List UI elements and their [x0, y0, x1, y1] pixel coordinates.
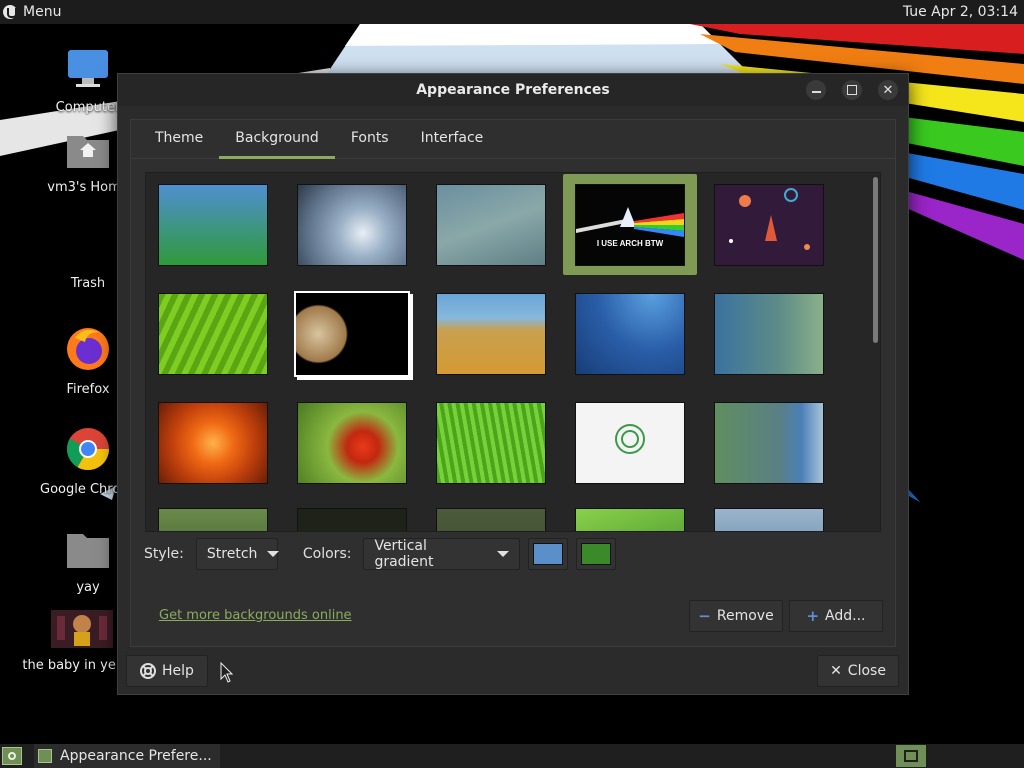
colors-label: Colors: [302, 546, 352, 562]
wallpaper-thumbnail[interactable] [297, 402, 407, 484]
wallpaper-thumbnail[interactable] [575, 293, 685, 375]
wallpaper-thumbnail[interactable] [714, 293, 824, 375]
minimize-button[interactable] [806, 80, 826, 100]
home-folder-icon [67, 136, 109, 168]
tab-fonts[interactable]: Fonts [335, 120, 405, 158]
top-panel: Menu Tue Apr 2, 03:14 [0, 0, 1024, 24]
window-title: Appearance Preferences [416, 82, 610, 98]
wallpaper-thumbnail[interactable] [436, 508, 546, 531]
tab-theme[interactable]: Theme [139, 120, 219, 158]
bottom-taskbar: Appearance Prefere... [0, 744, 1024, 768]
close-window-button[interactable]: ✕ [878, 80, 898, 100]
close-button[interactable]: ✕ Close [817, 655, 899, 687]
gallery-scrollbar-thumb[interactable] [873, 177, 878, 343]
remove-icon: − [698, 607, 711, 625]
preferences-content: Theme Background Fonts Interface I USE A… [130, 119, 896, 647]
close-icon: ✕ [830, 663, 842, 679]
trash-icon [66, 228, 110, 270]
style-dropdown[interactable]: Stretch [195, 538, 280, 570]
wallpaper-thumbnail[interactable] [575, 402, 685, 484]
appearance-app-icon [38, 749, 52, 763]
wallpaper-thumbnail[interactable] [158, 293, 268, 375]
colors-dropdown-value: Vertical gradient [374, 538, 434, 570]
colors-dropdown[interactable]: Vertical gradient [363, 538, 521, 570]
more-backgrounds-link[interactable]: Get more backgrounds online [159, 608, 352, 623]
tab-interface[interactable]: Interface [405, 120, 500, 158]
wallpaper-gallery[interactable]: I USE ARCH BTW [145, 172, 881, 532]
folder-icon [67, 534, 109, 568]
wallpaper-thumbnail[interactable] [436, 402, 546, 484]
remove-button[interactable]: − Remove [689, 600, 783, 632]
window-tray-icon [904, 750, 918, 762]
help-button-label: Help [162, 663, 194, 679]
add-icon: + [806, 607, 820, 625]
chrome-icon [66, 428, 109, 471]
wallpaper-thumbnail[interactable] [158, 508, 268, 531]
taskbar-window-button[interactable]: Appearance Prefere... [34, 744, 220, 768]
close-button-label: Close [847, 663, 886, 679]
thumbnail-caption: I USE ARCH BTW [596, 239, 664, 248]
help-lifebuoy-icon [140, 663, 157, 679]
chevron-down-icon [497, 551, 510, 557]
secondary-color-button[interactable] [576, 538, 617, 570]
add-button-label: Add... [825, 608, 866, 624]
tab-background[interactable]: Background [219, 120, 335, 159]
appearance-preferences-window: Appearance Preferences ✕ Theme Backgroun… [117, 73, 909, 695]
background-controls: Style: Stretch Colors: Vertical gradient [143, 538, 617, 570]
style-dropdown-value: Stretch [206, 546, 258, 562]
menu-label: Menu [23, 4, 62, 20]
secondary-color-swatch [581, 543, 612, 565]
monitor-icon [68, 50, 108, 87]
space-thumbnail-art [729, 188, 810, 250]
show-desktop-button[interactable] [2, 747, 22, 765]
image-thumbnail-icon [51, 610, 113, 648]
mouse-pointer-icon [220, 662, 234, 683]
clock[interactable]: Tue Apr 2, 03:14 [903, 4, 1024, 20]
wallpaper-thumbnail[interactable] [297, 184, 407, 266]
prism-thumbnail-art [576, 207, 684, 237]
wallpaper-thumbnail[interactable] [158, 184, 268, 266]
style-label: Style: [144, 546, 184, 562]
menu-logo-icon [3, 5, 17, 19]
wallpaper-thumbnail[interactable] [714, 508, 824, 531]
wallpaper-thumbnail[interactable] [436, 184, 546, 266]
taskbar-window-label: Appearance Prefere... [60, 748, 212, 764]
wallpaper-thumbnail[interactable] [714, 184, 824, 266]
menu-button[interactable]: Menu [0, 0, 61, 24]
tab-bar: Theme Background Fonts Interface [131, 120, 895, 159]
primary-color-button[interactable] [528, 538, 569, 570]
primary-color-swatch [533, 543, 564, 565]
remove-button-label: Remove [716, 608, 774, 624]
logo-thumbnail-art [615, 424, 645, 454]
maximize-button[interactable] [842, 80, 862, 100]
wallpaper-thumbnail[interactable] [158, 402, 268, 484]
wallpaper-thumbnail[interactable] [575, 508, 685, 531]
wallpaper-thumbnail-selected[interactable]: I USE ARCH BTW [575, 184, 685, 266]
tray-appearance-icon[interactable] [896, 745, 926, 767]
chevron-down-icon [267, 551, 280, 557]
wallpaper-thumbnail[interactable] [714, 402, 824, 484]
firefox-icon [67, 328, 109, 370]
window-titlebar[interactable]: Appearance Preferences ✕ [118, 74, 908, 106]
add-button[interactable]: + Add... [789, 600, 883, 632]
wallpaper-thumbnail[interactable] [294, 291, 410, 377]
wallpaper-thumbnail[interactable] [436, 293, 546, 375]
help-button[interactable]: Help [126, 655, 208, 687]
mint-logo-icon [8, 752, 16, 760]
wallpaper-thumbnail[interactable] [297, 508, 407, 531]
